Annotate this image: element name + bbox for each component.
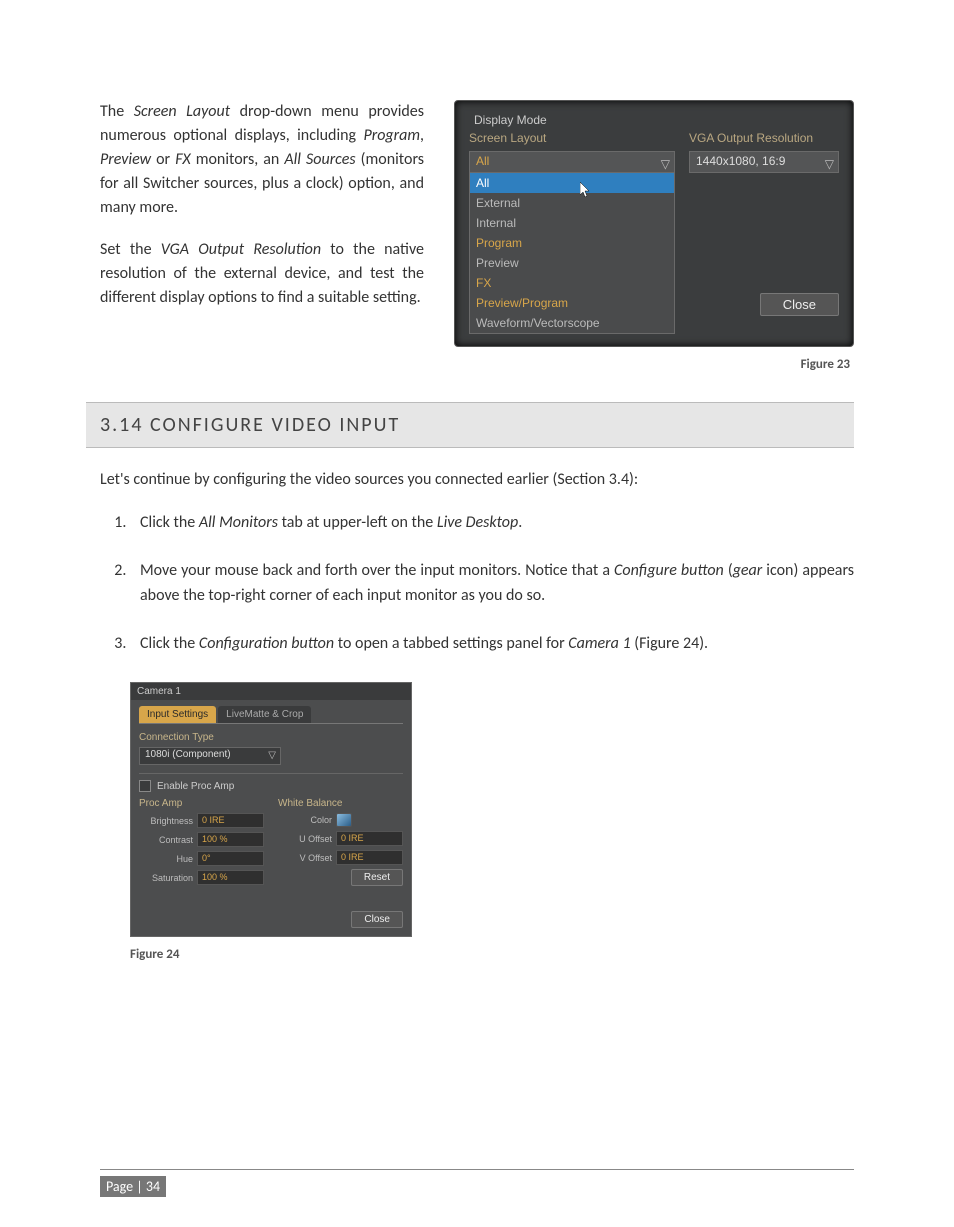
step-3: Click the Configuration button to open a…	[130, 631, 854, 657]
display-mode-legend: Display Mode	[469, 113, 839, 127]
step-1: Click the All Monitors tab at upper-left…	[130, 510, 854, 536]
step-2: Move your mouse back and forth over the …	[130, 558, 854, 609]
brightness-label: Brightness	[139, 816, 197, 826]
screen-layout-select[interactable]: All ▽	[469, 151, 675, 173]
contrast-field[interactable]: 100 %	[197, 832, 264, 847]
dropdown-item-fx[interactable]: FX	[470, 273, 674, 293]
section-intro: Let's continue by configuring the video …	[100, 468, 854, 492]
dropdown-item-all[interactable]: All	[470, 173, 674, 193]
figure-23-caption: Figure 23	[454, 357, 850, 372]
figure-24-caption: Figure 24	[130, 947, 850, 962]
camera-panel-title: Camera 1	[131, 683, 411, 700]
dropdown-item-waveform[interactable]: Waveform/Vectorscope	[470, 313, 674, 333]
screen-layout-label: Screen Layout	[469, 131, 675, 145]
close-button[interactable]: Close	[351, 911, 403, 928]
tab-livematte-crop[interactable]: LiveMatte & Crop	[218, 706, 311, 723]
intro-paragraph-2: Set the VGA Output Resolution to the nat…	[100, 238, 424, 310]
brightness-field[interactable]: 0 IRE	[197, 813, 264, 828]
hue-label: Hue	[139, 854, 197, 864]
color-swatch[interactable]	[336, 813, 352, 827]
tab-input-settings[interactable]: Input Settings	[139, 706, 216, 723]
u-offset-field[interactable]: 0 IRE	[336, 831, 403, 846]
saturation-field[interactable]: 100 %	[197, 870, 264, 885]
steps-list: Click the All Monitors tab at upper-left…	[120, 510, 854, 656]
reset-button[interactable]: Reset	[351, 869, 403, 886]
vga-output-label: VGA Output Resolution	[689, 131, 839, 145]
u-offset-label: U Offset	[278, 834, 336, 844]
proc-amp-heading: Proc Amp	[139, 798, 264, 809]
close-button[interactable]: Close	[760, 293, 839, 316]
dropdown-item-external[interactable]: External	[470, 193, 674, 213]
intro-paragraph-1: The Screen Layout drop-down menu provide…	[100, 100, 424, 220]
v-offset-label: V Offset	[278, 853, 336, 863]
chevron-down-icon: ▽	[661, 155, 670, 173]
screen-layout-dropdown-list: All External Internal Program Preview	[469, 173, 675, 334]
hue-field[interactable]: 0°	[197, 851, 264, 866]
dropdown-item-preview[interactable]: Preview	[470, 253, 674, 273]
camera-config-panel: Camera 1 Input Settings LiveMatte & Crop…	[130, 682, 412, 937]
color-label: Color	[278, 815, 336, 825]
page-number: Page | 34	[100, 1176, 166, 1197]
mouse-cursor-icon	[580, 182, 592, 198]
chevron-down-icon: ▽	[268, 749, 276, 763]
dropdown-item-internal[interactable]: Internal	[470, 213, 674, 233]
connection-type-select[interactable]: 1080i (Component) ▽	[139, 747, 281, 765]
chevron-down-icon: ▽	[825, 155, 834, 173]
v-offset-field[interactable]: 0 IRE	[336, 850, 403, 865]
enable-proc-amp-checkbox[interactable]	[139, 780, 151, 792]
vga-output-select[interactable]: 1440x1080, 16:9 ▽	[689, 151, 839, 173]
display-mode-panel: Display Mode Screen Layout All ▽ All	[454, 100, 854, 347]
saturation-label: Saturation	[139, 873, 197, 883]
dropdown-item-preview-program[interactable]: Preview/Program	[470, 293, 674, 313]
connection-type-label: Connection Type	[139, 732, 403, 743]
dropdown-item-program[interactable]: Program	[470, 233, 674, 253]
footer-divider	[100, 1169, 854, 1170]
white-balance-heading: White Balance	[278, 798, 403, 809]
contrast-label: Contrast	[139, 835, 197, 845]
section-heading: 3.14 CONFIGURE VIDEO INPUT	[86, 402, 854, 448]
enable-proc-amp-label: Enable Proc Amp	[157, 781, 234, 792]
